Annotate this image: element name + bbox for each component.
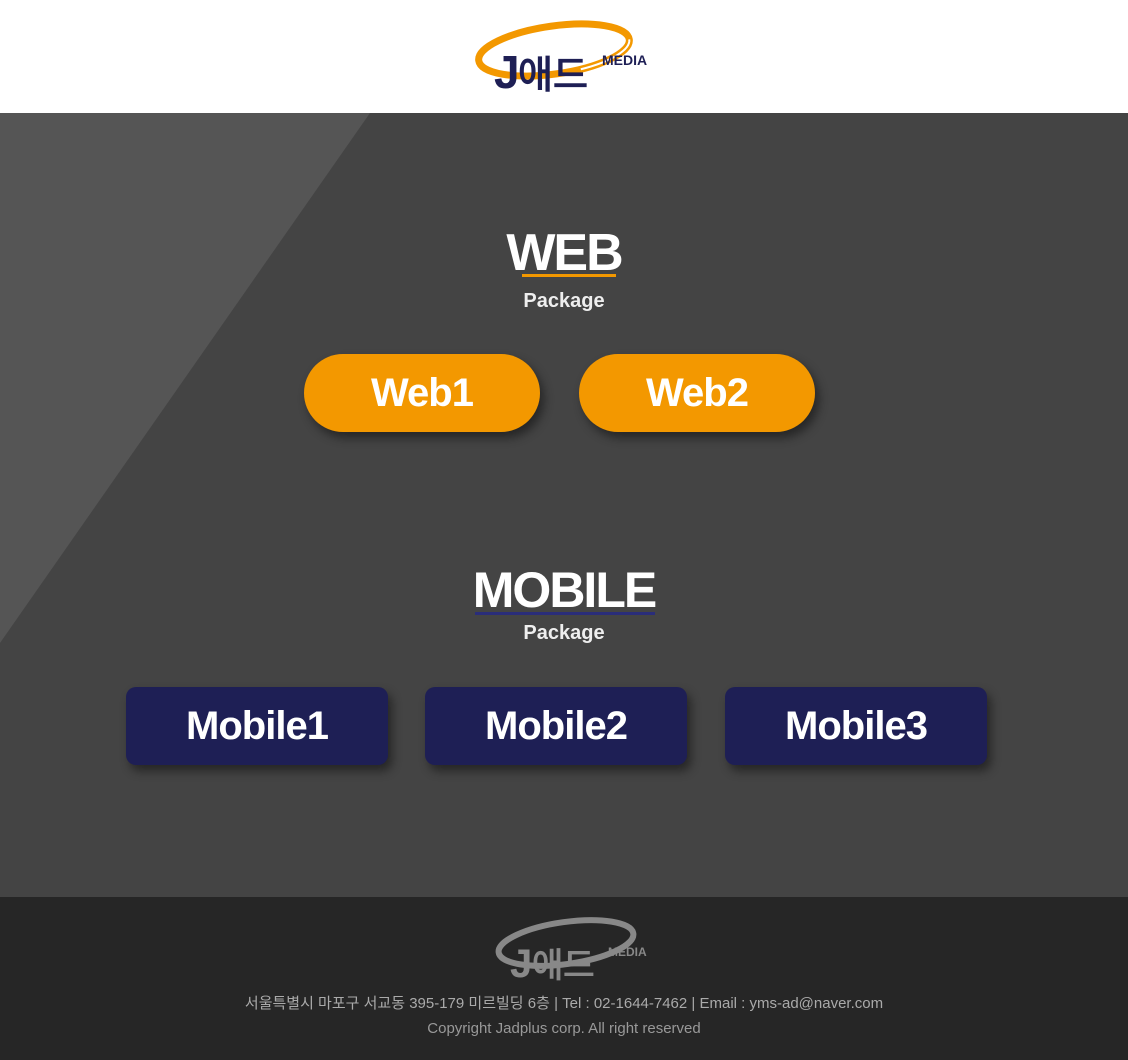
footer-logo-media-text: MEDIA xyxy=(608,945,647,959)
web2-button[interactable]: Web2 xyxy=(579,354,815,432)
web-section-title: WEB xyxy=(506,224,623,282)
mobile-section-subtitle: Package xyxy=(523,622,605,644)
mobile-section-title: MOBILE xyxy=(472,562,657,618)
logo-j-text: J xyxy=(494,46,520,96)
web1-button[interactable]: Web1 xyxy=(304,354,540,432)
mobile3-button[interactable]: Mobile3 xyxy=(725,687,987,765)
footer-logo-korean-text: 애드 xyxy=(532,946,595,985)
mobile2-button[interactable]: Mobile2 xyxy=(425,687,687,765)
site-header: J 애드 MEDIA xyxy=(0,0,1128,113)
mobile1-button[interactable]: Mobile1 xyxy=(126,687,388,765)
site-footer: J 애드 MEDIA 서울특별시 마포구 서교동 395-179 미르빌딩 6층… xyxy=(0,897,1128,1060)
footer-logo-j-text: J xyxy=(510,942,532,985)
footer-address: 서울특별시 마포구 서교동 395-179 미르빌딩 6층 | Tel : 02… xyxy=(244,995,884,1012)
package-section: WEB Package Web1 Web2 MOBILE Package Mob… xyxy=(0,113,1128,897)
footer-copyright: Copyright Jadplus corp. All right reserv… xyxy=(427,1020,701,1037)
logo-media-text: MEDIA xyxy=(602,52,647,68)
jad-media-logo[interactable]: J 애드 MEDIA xyxy=(474,18,654,96)
web-section-subtitle: Package xyxy=(523,290,605,312)
logo-korean-text: 애드 xyxy=(518,53,588,96)
footer-logo: J 애드 MEDIA xyxy=(495,917,647,985)
